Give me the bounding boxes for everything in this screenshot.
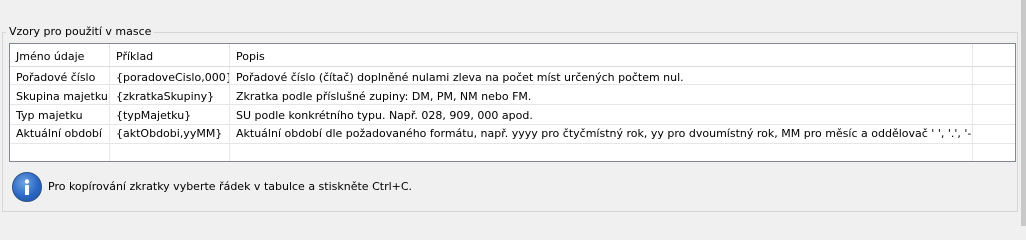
table-cell[interactable]: {poradoveCislo,000} bbox=[110, 68, 229, 88]
table-cell[interactable]: Pořadové číslo bbox=[10, 68, 109, 88]
table-cell[interactable]: Typ majetku bbox=[10, 106, 109, 126]
table-cell[interactable]: {zkratkaSkupiny} bbox=[110, 87, 229, 107]
group-title: Vzory pro použití v masce bbox=[6, 25, 155, 39]
table-cell[interactable]: Zkratka podle příslušné zupiny: DM, PM, … bbox=[230, 87, 972, 107]
table-cell[interactable]: SU podle konkrétního typu. Např. 028, 90… bbox=[230, 106, 972, 126]
column-header-name[interactable]: Jméno údaje bbox=[10, 47, 109, 67]
table-cell[interactable]: {typMajetku} bbox=[110, 106, 229, 126]
table-cell[interactable]: Aktuální období bbox=[10, 124, 109, 144]
window-edge bbox=[1021, 0, 1026, 226]
table-cell[interactable]: Pořadové číslo (čítač) doplněné nulami z… bbox=[230, 68, 972, 88]
info-message: Pro kopírování zkratky vyberte řádek v t… bbox=[48, 180, 413, 193]
patterns-table[interactable]: Jméno údaje Příklad Popis Pořadové číslo… bbox=[9, 43, 1016, 162]
table-cell[interactable]: Skupina majetku bbox=[10, 87, 109, 107]
column-header-description[interactable]: Popis bbox=[230, 47, 972, 67]
table-cell[interactable]: {aktObdobi,yyMM} bbox=[110, 124, 229, 144]
info-icon bbox=[12, 172, 42, 202]
column-header-example[interactable]: Příklad bbox=[110, 47, 229, 67]
table-cell[interactable]: Aktuální období dle požadovaného formátu… bbox=[230, 124, 972, 144]
